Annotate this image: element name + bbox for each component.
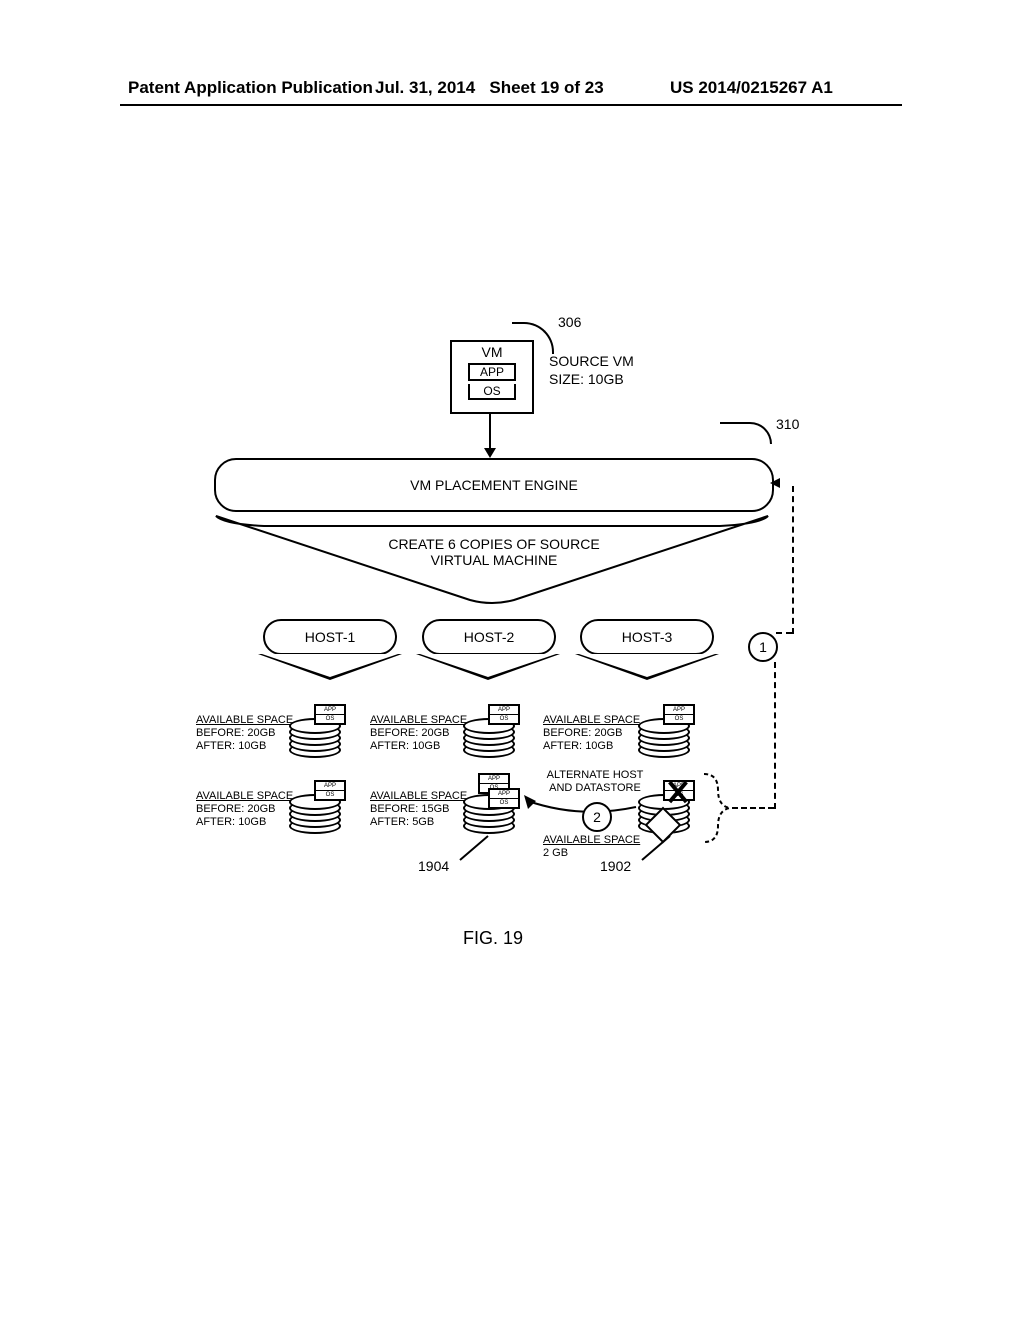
dash-h1 <box>732 807 774 809</box>
circle-2: 2 <box>582 802 612 832</box>
leader-1902 <box>636 834 676 864</box>
header-docnum: US 2014/0215267 A1 <box>670 78 833 98</box>
tinyvm-r1c1: APPOS <box>314 704 346 725</box>
arrow-alt-to-1904 <box>520 793 640 823</box>
vm-placement-engine: VM PLACEMENT ENGINE <box>214 458 774 512</box>
space-r1c1: AVAILABLE SPACE BEFORE: 20GB AFTER: 10GB <box>196 714 293 753</box>
callout-310-curve <box>720 422 772 444</box>
host-2: HOST-2 <box>422 619 556 655</box>
tinyvm-r2c1: APPOS <box>314 780 346 801</box>
app-label: APP <box>468 363 516 381</box>
funnel-text: CREATE 6 COPIES OF SOURCE VIRTUAL MACHIN… <box>344 536 644 568</box>
page: Patent Application Publication Jul. 31, … <box>0 0 1024 1320</box>
space-r2c1: AVAILABLE SPACE BEFORE: 20GB AFTER: 10GB <box>196 790 293 829</box>
tinyvm-r1c2: APPOS <box>488 704 520 725</box>
x-mark-icon <box>665 781 691 803</box>
host-3: HOST-3 <box>580 619 714 655</box>
leader-1904 <box>454 834 494 864</box>
tinyvm-r1c3: APPOS <box>663 704 695 725</box>
space-failed: AVAILABLE SPACE 2 GB <box>543 834 640 860</box>
space-r1c3: AVAILABLE SPACE BEFORE: 20GB AFTER: 10GB <box>543 714 640 753</box>
host-1: HOST-1 <box>263 619 397 655</box>
callout-306-curve <box>512 322 554 354</box>
tinyvm-r2c2-b: APPOS <box>488 788 520 809</box>
dash-v1 <box>774 662 776 809</box>
arrowhead-down-icon <box>484 448 496 458</box>
dash-arrowhead <box>770 476 794 490</box>
os-label: OS <box>468 384 516 400</box>
brace-icon <box>700 770 760 848</box>
space-r1c2: AVAILABLE SPACE BEFORE: 20GB AFTER: 10GB <box>370 714 467 753</box>
tri-host2 <box>416 654 560 680</box>
arrow-vm-engine <box>489 414 491 450</box>
alt-host-label: ALTERNATE HOST AND DATASTORE <box>540 769 650 795</box>
dash-v2 <box>792 486 794 634</box>
source-vm-info: SOURCE VM SIZE: 10GB <box>549 352 634 388</box>
tri-host1 <box>258 654 402 680</box>
space-r2c2: AVAILABLE SPACE BEFORE: 15GB AFTER: 5GB <box>370 790 467 829</box>
dash-h-join <box>776 632 792 634</box>
header-publication: Patent Application Publication <box>128 78 373 98</box>
figure-label: FIG. 19 <box>463 928 523 949</box>
header-rule <box>120 104 902 106</box>
tri-host3 <box>575 654 719 680</box>
ref-1902: 1902 <box>600 858 631 874</box>
circle-1: 1 <box>748 632 778 662</box>
ref-1904: 1904 <box>418 858 449 874</box>
callout-310: 310 <box>776 416 799 432</box>
header-date-sheet: Jul. 31, 2014 Sheet 19 of 23 <box>375 78 604 98</box>
callout-306: 306 <box>558 314 581 330</box>
